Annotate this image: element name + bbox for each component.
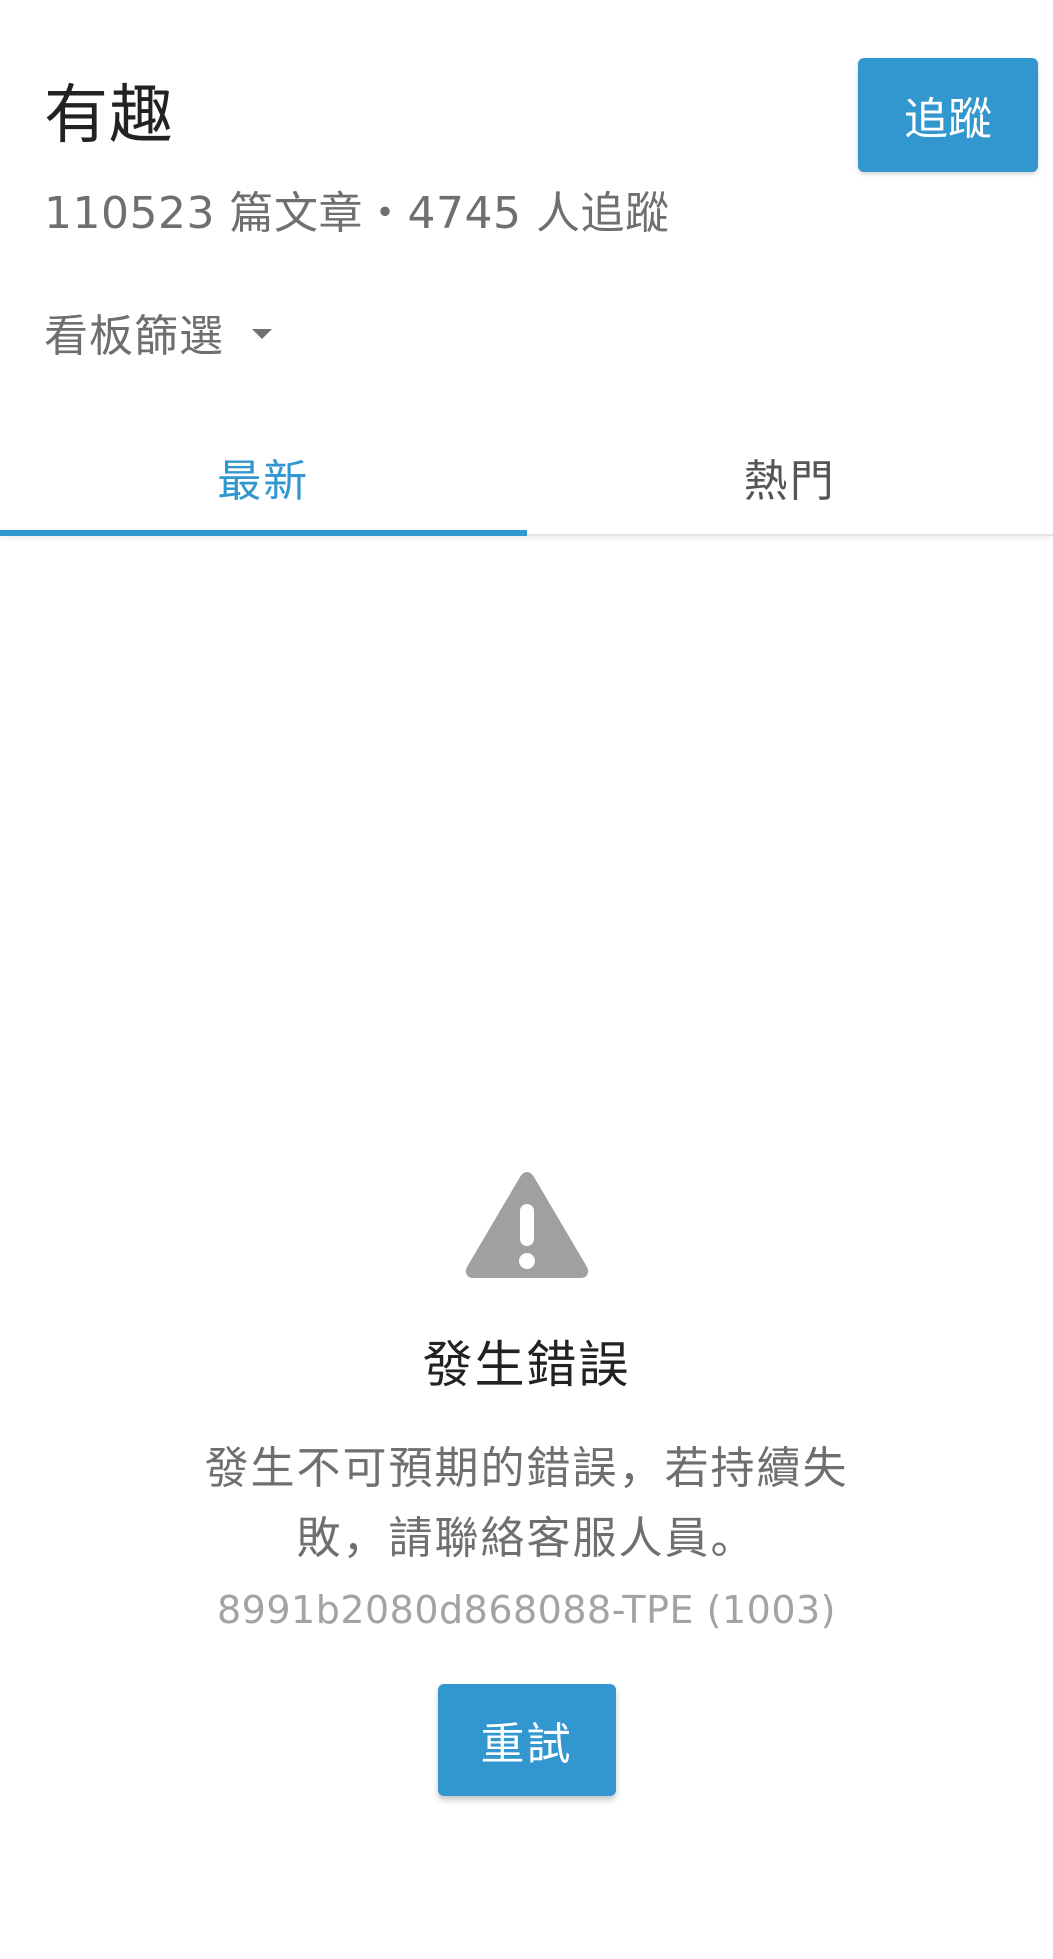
error-state: 發生錯誤 發生不可預期的錯誤，若持續失敗，請聯絡客服人員。 8991b2080d… xyxy=(0,1168,1053,1796)
follower-unit: 人追蹤 xyxy=(535,188,670,239)
follow-button[interactable]: 追蹤 xyxy=(858,58,1038,172)
follower-count: 4745 xyxy=(407,188,522,239)
error-code: 8991b2080d868088-TPE (1003) xyxy=(216,1588,836,1632)
board-filter-dropdown[interactable]: 看板篩選 xyxy=(44,300,272,364)
board-stats: 110523 篇文章・4745 人追蹤 xyxy=(44,184,669,244)
retry-button[interactable]: 重試 xyxy=(437,1684,616,1796)
tab-latest[interactable]: 最新 xyxy=(0,420,527,536)
error-message: 發生不可預期的錯誤，若持續失敗，請聯絡客服人員。 xyxy=(204,1443,849,1564)
article-count: 110523 xyxy=(44,188,215,239)
board-title: 有趣 xyxy=(44,79,174,153)
warning-icon xyxy=(465,1172,588,1278)
board-filter-label: 看板篩選 xyxy=(44,311,224,362)
tab-bar: 最新 熱門 xyxy=(0,420,1053,536)
stats-separator: ・ xyxy=(362,188,408,239)
article-unit: 篇文章 xyxy=(229,188,363,239)
tab-popular[interactable]: 熱門 xyxy=(527,420,1053,534)
caret-down-icon xyxy=(252,329,272,339)
error-title: 發生錯誤 xyxy=(422,1336,631,1394)
